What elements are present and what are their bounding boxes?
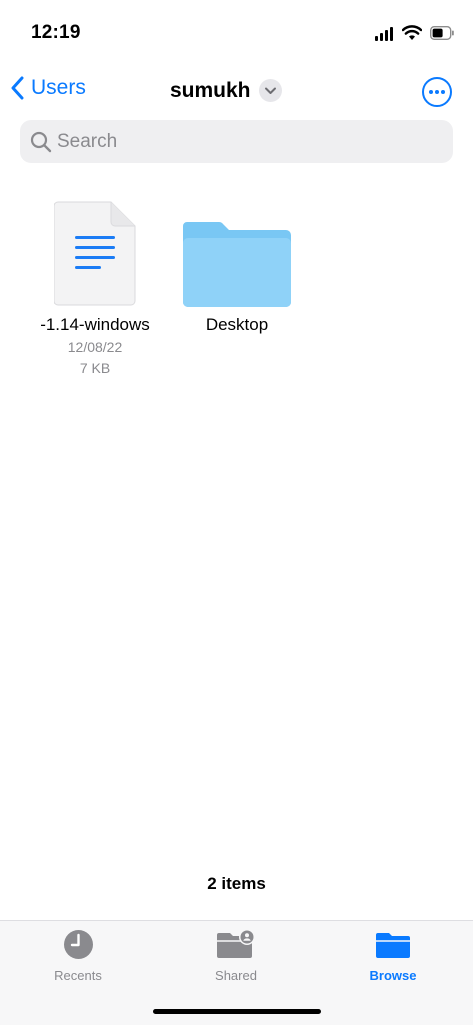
more-dot <box>435 90 439 94</box>
status-time: 12:19 <box>31 22 81 43</box>
more-options-button[interactable] <box>422 77 452 107</box>
tab-label: Browse <box>369 968 417 983</box>
tab-browse[interactable]: Browse <box>343 929 443 983</box>
search-field[interactable]: Search <box>20 120 453 163</box>
search-icon <box>30 131 52 153</box>
tab-label: Recents <box>54 968 102 983</box>
tab-shared[interactable]: Shared <box>186 929 286 983</box>
file-item-folder[interactable]: Desktop <box>170 196 304 346</box>
chevron-left-icon <box>11 76 24 100</box>
wifi-icon <box>402 25 422 40</box>
folder-icon <box>376 933 410 958</box>
cellular-signal-icon <box>375 27 395 41</box>
tab-label: Shared <box>215 968 257 983</box>
file-item-document[interactable]: -1.14-windows 12/08/22 7 KB <box>25 196 165 386</box>
tab-recents[interactable]: Recents <box>28 929 128 983</box>
item-count: 2 items <box>207 874 266 893</box>
more-dot <box>429 90 433 94</box>
battery-icon <box>430 26 454 40</box>
clock-icon <box>63 930 93 959</box>
title-menu-button[interactable] <box>259 79 282 102</box>
page-title[interactable]: sumukh <box>170 79 251 103</box>
document-icon <box>54 201 136 306</box>
chevron-down-icon <box>265 87 276 94</box>
file-name: -1.14-windows <box>40 315 150 334</box>
more-dot <box>441 90 445 94</box>
folder-name: Desktop <box>205 315 269 334</box>
file-date: 12/08/22 <box>67 339 123 355</box>
back-button-label: Users <box>31 76 86 99</box>
shared-folder-icon <box>217 929 255 958</box>
search-placeholder: Search <box>57 131 118 152</box>
file-size: 7 KB <box>79 360 111 376</box>
back-button[interactable]: Users <box>10 76 86 100</box>
home-indicator <box>153 1009 321 1014</box>
folder-icon <box>183 222 291 307</box>
